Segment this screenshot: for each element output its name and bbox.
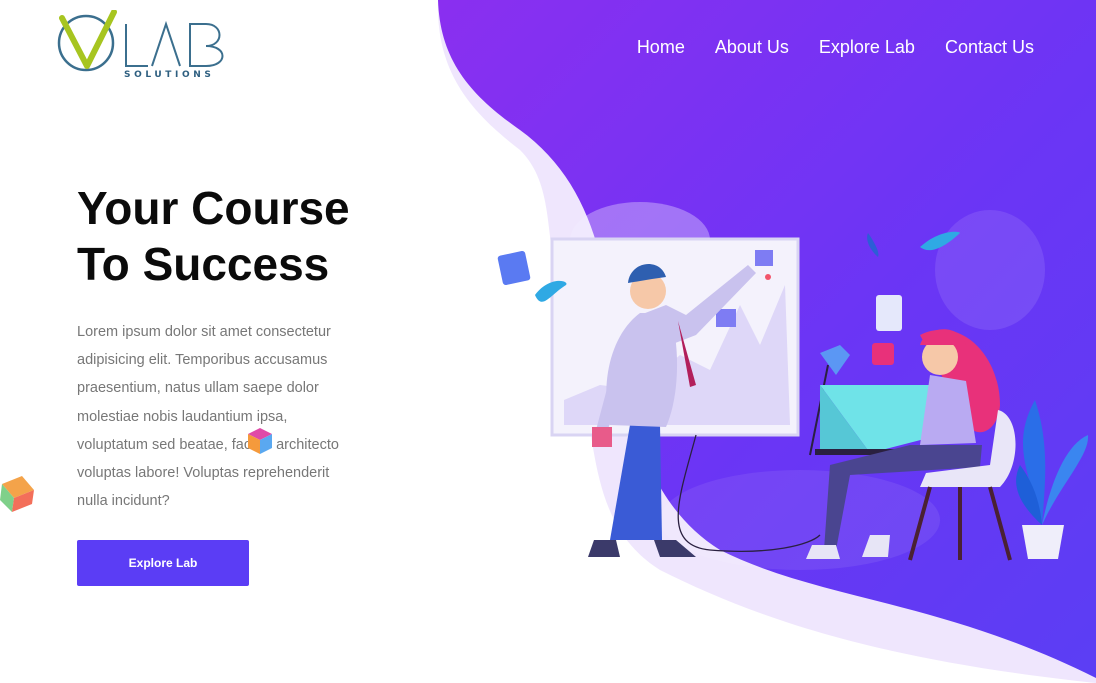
team-at-whiteboard-illustration: [497, 231, 1089, 561]
nav-home[interactable]: Home: [637, 36, 685, 58]
nav-about-us[interactable]: About Us: [715, 36, 789, 58]
hero-description: Lorem ipsum dolor sit amet consectetur a…: [77, 324, 339, 510]
gradient-cube-icon: [0, 476, 34, 512]
hero-title-line1: Your Course: [77, 182, 350, 234]
main-nav: Home About Us Explore Lab Contact Us: [607, 36, 1034, 58]
logo-subtitle: SOLUTIONS: [124, 70, 215, 80]
nav-explore-lab[interactable]: Explore Lab: [819, 36, 915, 58]
vlab-logo[interactable]: SOLUTIONS: [56, 9, 230, 84]
nav-contact-us[interactable]: Contact Us: [945, 36, 1034, 58]
gradient-cube-icon: [248, 428, 272, 454]
hero-title: Your Course To Success: [77, 180, 417, 292]
hero-title-line2: To Success: [77, 238, 330, 290]
explore-lab-button[interactable]: Explore Lab: [77, 540, 249, 586]
